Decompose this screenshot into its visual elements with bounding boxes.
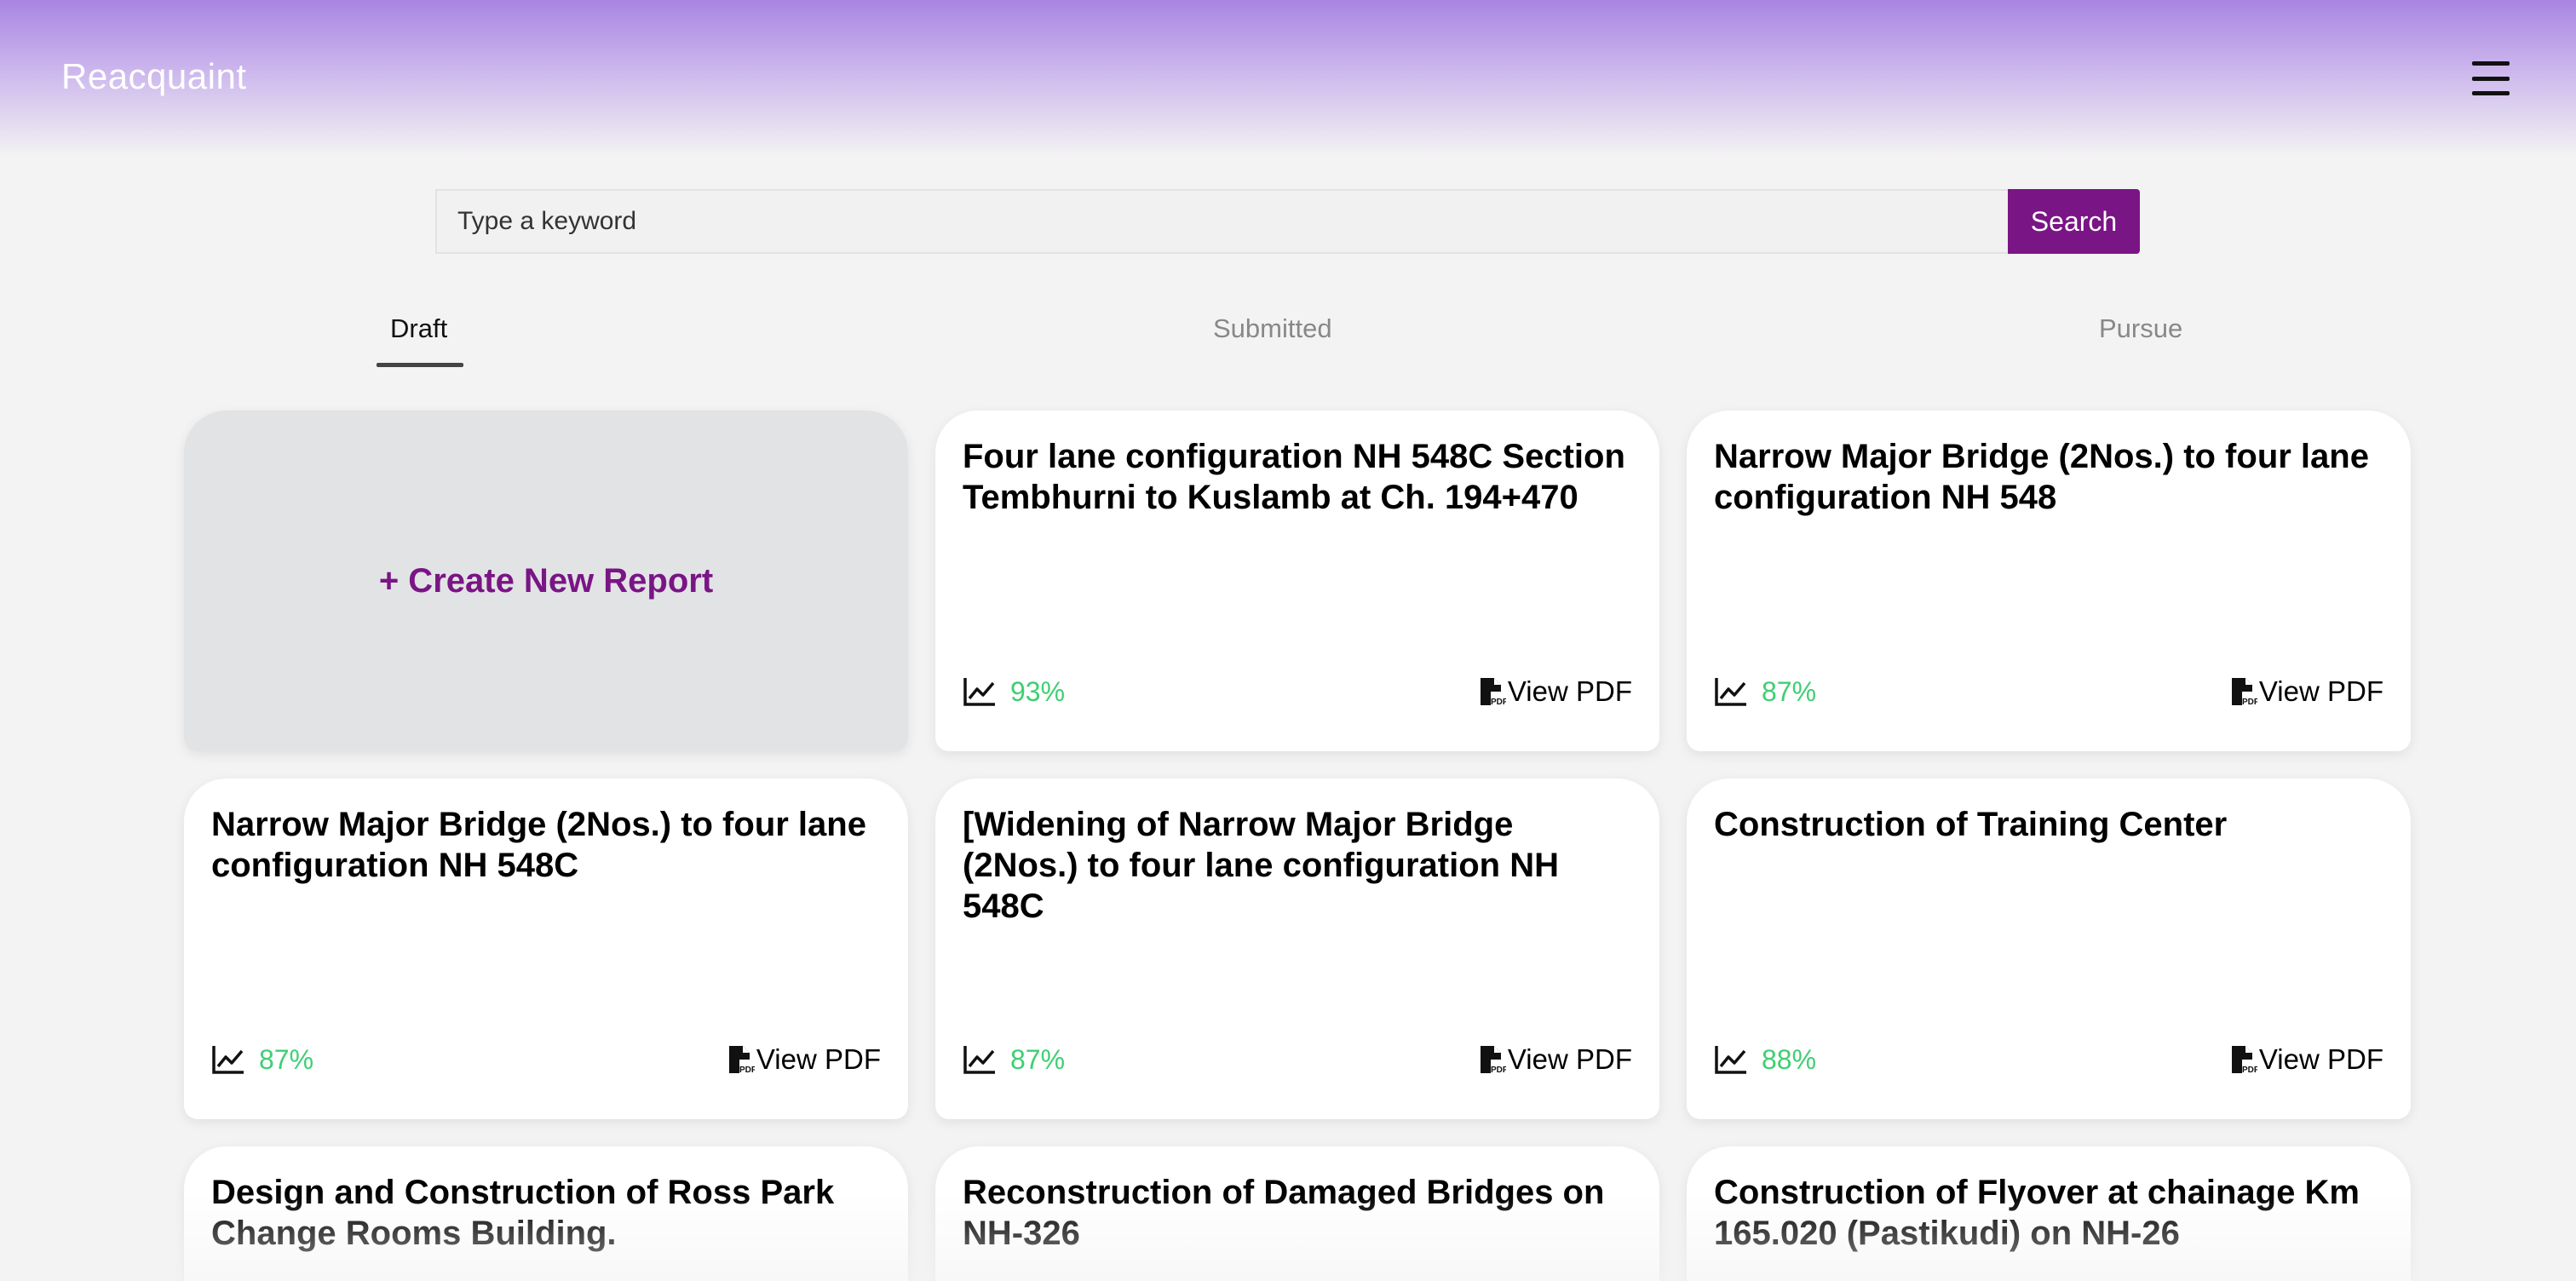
report-score: 88% [1714,1044,1816,1076]
trend-chart-icon [963,676,997,707]
report-score: 87% [1714,676,1816,708]
create-report-label: + Create New Report [378,561,714,600]
view-pdf-link[interactable]: PDF View PDF [2230,675,2383,708]
report-score: 87% [211,1044,313,1076]
svg-text:PDF: PDF [2242,698,2257,707]
pdf-file-icon: PDF [1479,676,1506,707]
report-score: 93% [963,676,1065,708]
active-tab-indicator [377,363,463,367]
report-card[interactable]: Construction of Training Center 88% PDF … [1687,778,2411,1119]
view-pdf-link[interactable]: PDF View PDF [1479,675,1632,708]
tab-submitted[interactable]: Submitted [1213,313,1332,344]
create-report-card[interactable]: + Create New Report [184,411,908,751]
score-value: 88% [1762,1043,1817,1075]
report-title: Narrow Major Bridge (2Nos.) to four lane… [1714,438,2369,516]
report-card[interactable]: Design and Construction of Ross Park Cha… [184,1146,908,1281]
view-pdf-label: View PDF [756,1043,881,1075]
svg-text:PDF: PDF [739,1066,755,1075]
report-score: 87% [963,1044,1065,1076]
tab-pursue[interactable]: Pursue [2099,313,2182,344]
search-bar: Search [435,189,2140,254]
report-card[interactable]: [Widening of Narrow Major Bridge (2Nos.)… [935,778,1659,1119]
header: Reacquaint [0,0,2576,157]
report-title: Four lane configuration NH 548C Section … [963,438,1625,516]
search-button[interactable]: Search [2008,189,2140,254]
trend-chart-icon [963,1044,997,1075]
view-pdf-label: View PDF [1507,1043,1632,1075]
report-card[interactable]: Construction of Flyover at chainage Km 1… [1687,1146,2411,1281]
tab-draft[interactable]: Draft [390,313,447,344]
svg-text:PDF: PDF [2242,1066,2257,1075]
score-value: 87% [1010,1043,1066,1075]
view-pdf-label: View PDF [1507,675,1632,707]
score-value: 93% [1010,675,1066,707]
svg-text:PDF: PDF [1491,698,1506,707]
report-card[interactable]: Narrow Major Bridge (2Nos.) to four lane… [184,778,908,1119]
report-title: [Widening of Narrow Major Bridge (2Nos.)… [963,806,1559,925]
brand-logo[interactable]: Reacquaint [61,56,246,97]
view-pdf-link[interactable]: PDF View PDF [1479,1043,1632,1076]
view-pdf-label: View PDF [2258,1043,2383,1075]
score-value: 87% [259,1043,314,1075]
pdf-file-icon: PDF [1479,1044,1506,1075]
report-card[interactable]: Four lane configuration NH 548C Section … [935,411,1659,751]
view-pdf-link[interactable]: PDF View PDF [2230,1043,2383,1076]
pdf-file-icon: PDF [2230,1044,2257,1075]
report-card[interactable]: Narrow Major Bridge (2Nos.) to four lane… [1687,411,2411,751]
search-input[interactable] [435,189,2008,254]
score-value: 87% [1762,675,1817,707]
hamburger-icon[interactable] [2472,61,2510,95]
view-pdf-label: View PDF [2258,675,2383,707]
trend-chart-icon [211,1044,245,1075]
report-title: Construction of Training Center [1714,806,2228,843]
view-pdf-link[interactable]: PDF View PDF [727,1043,881,1076]
report-title: Construction of Flyover at chainage Km 1… [1714,1174,2360,1252]
report-title: Reconstruction of Damaged Bridges on NH-… [963,1174,1605,1252]
trend-chart-icon [1714,1044,1748,1075]
report-title: Narrow Major Bridge (2Nos.) to four lane… [211,806,866,884]
pdf-file-icon: PDF [727,1044,755,1075]
pdf-file-icon: PDF [2230,676,2257,707]
svg-text:PDF: PDF [1491,1066,1506,1075]
report-title: Design and Construction of Ross Park Cha… [211,1174,835,1252]
trend-chart-icon [1714,676,1748,707]
report-card[interactable]: Reconstruction of Damaged Bridges on NH-… [935,1146,1659,1281]
